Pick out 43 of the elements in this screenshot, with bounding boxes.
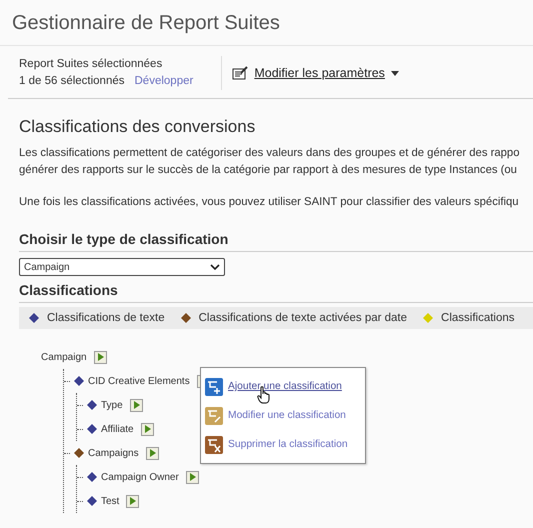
play-arrow-icon [96,353,104,361]
selection-count: 1 de 56 sélectionnés [19,74,124,89]
expand-button[interactable] [146,446,159,460]
play-arrow-icon [188,473,196,481]
settings-menu-link[interactable]: Modifier les paramètres [254,66,385,80]
tree-node-label[interactable]: Type [101,400,123,410]
tree-node-label[interactable]: CID Creative Elements [88,376,190,386]
chevron-down-icon [210,264,220,270]
classification-type-select[interactable]: Campaign [19,258,225,276]
edit-icon [232,66,248,80]
menu-item-link[interactable]: Supprimer la classification [228,439,348,450]
tree-node-label[interactable]: Affiliate [101,424,134,434]
expand-button[interactable] [130,398,143,412]
legend-label: Classifications de texte activées par date [198,312,408,324]
description-text: générer des rapports sur le succès de la catégorie par rapport à des mesures de type Instances (ou [19,163,518,178]
tree-node-label[interactable]: Campaign Owner [101,472,179,482]
expand-button[interactable] [186,470,199,484]
tree-node-label[interactable]: Test [101,496,120,506]
delete-list-icon [205,436,223,454]
selection-label: Report Suites sélectionnées [19,57,164,72]
menu-item-link[interactable]: Ajouter une classification [228,381,342,392]
caret-icon [390,70,399,76]
expand-link[interactable]: Développer [134,73,194,90]
tree-node-label[interactable]: Campaign [41,352,87,362]
expand-button[interactable] [126,494,140,508]
classifications-heading: Classifications [19,282,533,303]
expand-button[interactable] [94,350,107,364]
add-list-icon [205,378,223,396]
legend-label: Classifications de texte [47,312,165,324]
expand-button[interactable] [140,422,154,436]
play-arrow-icon [132,401,140,409]
edit-list-icon [205,406,223,424]
classification-type-heading: Choisir le type de classification [19,231,533,252]
play-arrow-icon [148,449,156,457]
tree-node-label[interactable]: Campaigns [88,448,139,458]
section-title: Classifications des conversions [19,117,256,137]
play-arrow-icon [144,425,151,433]
description-text: Les classifications permettent de catégoriser des valeurs dans des groupes et de générer des rappo [19,146,520,161]
page-title: Gestionnaire de Report Suites [0,0,533,46]
menu-item-link[interactable]: Modifier une classification [228,410,346,421]
legend-label: Classifications [441,312,515,324]
description-text: Une fois les classifications activées, vous pouvez utiliser SAINT pour classifier des valeurs spécifiqu [19,195,520,210]
play-arrow-icon [129,497,136,505]
